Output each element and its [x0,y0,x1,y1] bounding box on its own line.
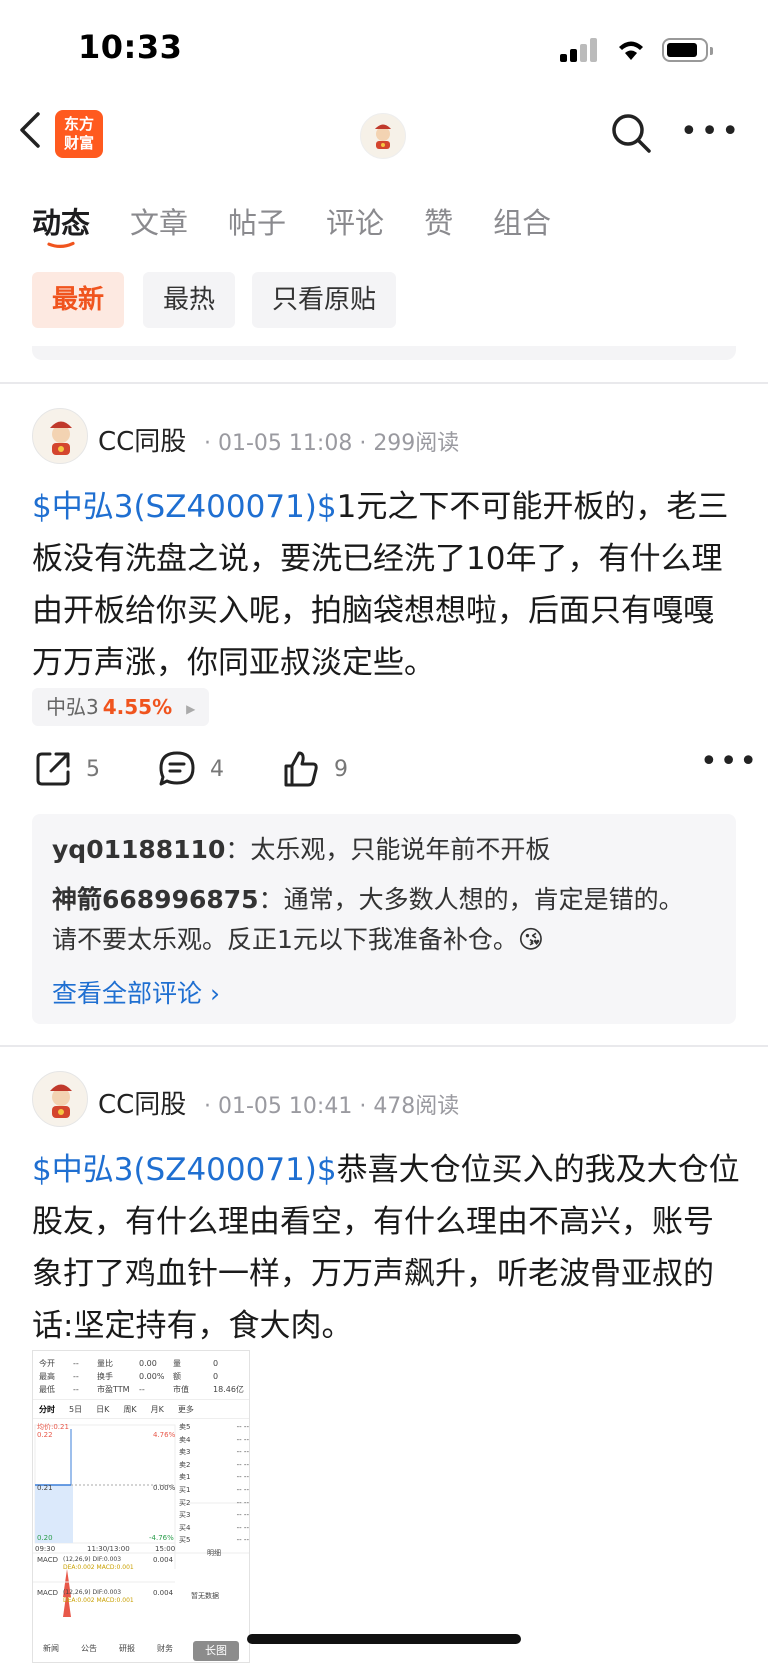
search-icon[interactable] [610,112,652,154]
filter-latest[interactable]: 最新 [32,272,125,328]
tab-posts[interactable]: 帖子 [228,200,286,242]
tab-portfolio[interactable]: 组合 [493,200,551,242]
post-body: $中弘3(SZ400071)$恭喜大仓位买入的我及大仓位股友，有什么理由看空，有… [32,1144,742,1352]
status-time: 10:33 [78,28,183,66]
comment-icon [159,751,195,786]
back-chevron-icon[interactable] [18,112,44,148]
filter-original-only[interactable]: 只看原贴 [252,272,397,328]
post-author[interactable]: CC同股 [98,421,186,458]
like-count: 9 [334,756,348,782]
view-all-comments-link[interactable]: 查看全部评论 › [52,974,220,1010]
post-reads: 478阅读 [373,1094,460,1119]
user-avatar-icon[interactable] [360,113,406,159]
stock-quote-chip[interactable]: 中弘3 4.55% ▶ [32,688,210,726]
post-author[interactable]: CC同股 [98,1084,186,1121]
tab-articles[interactable]: 文章 [130,200,188,242]
thumbs-up-icon [284,751,318,787]
wifi-icon [619,41,643,60]
active-tab-indicator [47,241,75,248]
comment-count: 4 [210,756,224,782]
tab-comments[interactable]: 评论 [326,200,384,242]
author-avatar[interactable] [32,1071,88,1127]
cellular-signal-icon [560,38,602,62]
chart-tabs: 分时 5日 日K 周K 月K 更多 [33,1399,249,1419]
chip-arrow-icon: ▶ [186,701,196,716]
section-divider [0,382,768,384]
comment-item: yq01188110：太乐观，只能说年前不开板 [52,835,551,864]
tab-likes[interactable]: 赞 [424,200,453,242]
more-options-icon[interactable]: ••• [680,117,742,147]
filter-hottest[interactable]: 最热 [143,272,236,328]
share-count: 5 [86,756,100,782]
battery-icon [662,38,713,62]
order-book: 卖5 -- -- 卖4 -- -- 卖3 -- -- 卖2 -- -- 卖1 -… [179,1423,249,1557]
post-meta: · 01-05 11:08 · 299阅读 [204,431,460,456]
app-logo[interactable]: 东方 财富 [55,110,103,158]
comment-text: 太乐观，只能说年前不开板 [250,835,551,864]
stock-name: 中弘3 [46,695,99,719]
home-indicator[interactable] [247,1634,521,1644]
post-body: $中弘3(SZ400071)$1元之下不可能开板的，老三板没有洗盘之说，要洗已经… [32,481,742,689]
logo-line-2: 财富 [63,134,94,152]
stock-tag-link[interactable]: $中弘3(SZ400071)$ [32,1152,337,1188]
comment-user[interactable]: yq01188110 [52,835,225,864]
quote-table: 今开 -- 量比 0.00 量 0 最高 -- 换手 0.00% 额 0 最低 -- 市盈TTM -- 市值… [39,1359,244,1394]
section-divider [0,1045,768,1047]
post-more-icon[interactable]: ••• [700,747,759,777]
tab-dynamics[interactable]: 动态 [32,200,90,242]
comment-button[interactable]: 4 [158,750,224,788]
profile-tabs: 动态 文章 帖子 评论 赞 组合 [32,200,591,242]
comment-user[interactable]: 神箭668996875 [52,885,259,914]
stock-tag-link[interactable]: $中弘3(SZ400071)$ [32,489,337,525]
post-date: 01-05 10:41 [218,1094,353,1119]
post-date: 01-05 11:08 [218,431,353,456]
comment-item: 神箭668996875：通常，大多数人想的，肯定是错的。请不要太乐观。反正1元以… [52,885,684,954]
long-image-badge: 长图 [193,1641,239,1661]
post-meta: · 01-05 10:41 · 478阅读 [204,1094,460,1119]
post-reads: 299阅读 [373,431,460,456]
stock-change: 4.55% [102,695,173,719]
author-avatar[interactable] [32,408,88,464]
share-icon [36,752,70,786]
post-image-thumbnail[interactable]: 今开 -- 量比 0.00 量 0 最高 -- 换手 0.00% 额 0 最低 -- 市盈TTM -- 市值… [32,1350,250,1663]
logo-line-1: 东方 [63,115,94,133]
previous-card-edge [32,346,736,360]
like-button[interactable]: 9 [282,750,348,788]
share-button[interactable]: 5 [34,750,100,788]
